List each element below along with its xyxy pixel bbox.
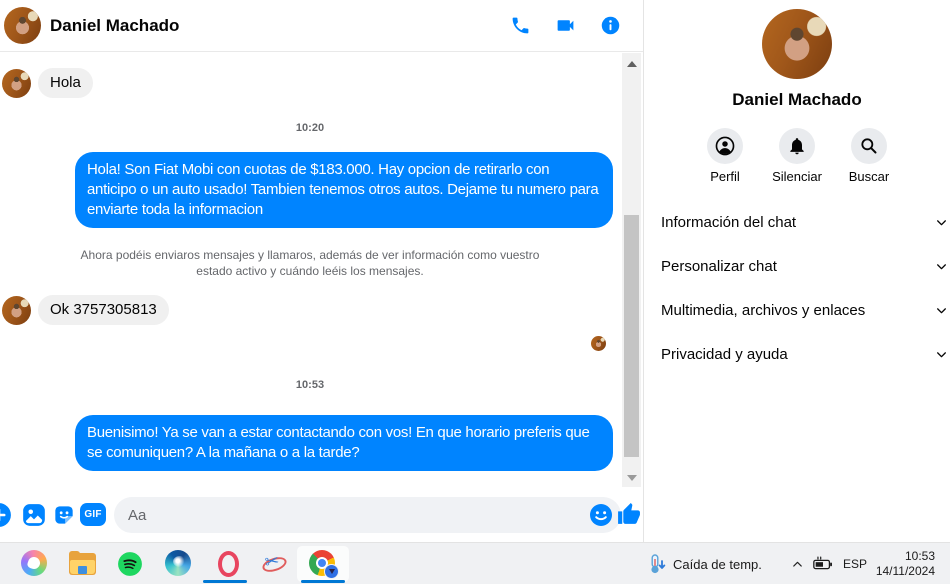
thumbs-up-icon[interactable] [616,502,641,527]
system-notice: Ahora podéis enviaros mensajes y llamaro… [80,248,540,278]
section-privacy-help[interactable]: Privacidad y ayuda [644,332,950,376]
action-label: Buscar [848,169,890,184]
chevron-down-icon [937,352,946,358]
desktop-screen: Daniel Machado Hola 10:20 Hola! Son Fiat… [0,0,950,584]
section-media-files-links[interactable]: Multimedia, archivos y enlaces [644,288,950,332]
contact-photo [2,69,31,98]
opera-running-indicator [203,580,247,583]
tray-time: 10:53 [904,549,935,563]
contact-photo [2,296,31,325]
section-customize-chat[interactable]: Personalizar chat [644,244,950,288]
sticker-icon[interactable] [51,502,77,528]
chrome-icon[interactable] [309,550,339,579]
tray-date: 14/11/2024 [875,564,935,578]
timestamp: 10:53 [295,379,325,391]
edge-logo [165,550,191,576]
avatar[interactable] [762,9,832,79]
chat-title[interactable]: Daniel Machado [50,16,179,36]
contact-photo [591,336,606,351]
header-actions [510,15,621,36]
spotify-icon[interactable] [117,550,145,578]
contact-name: Daniel Machado [732,90,862,109]
chevron-down-icon [937,264,946,270]
mute-bell-icon [790,138,804,155]
sidebar-sections: Información del chat Personalizar chat M… [644,200,950,376]
gif-icon[interactable]: GIF [80,503,106,526]
weather-status-text[interactable]: Caída de temp. [673,543,762,584]
weather-temperature-icon[interactable] [645,543,669,584]
incoming-message[interactable]: Hola [38,68,93,98]
video-call-icon[interactable] [555,15,576,36]
chat-header: Daniel Machado [0,0,643,52]
message-row: Ok 3757305813 [2,295,169,325]
action-label: Silenciar [772,169,822,184]
snipping-tool-icon[interactable]: ✂ [260,550,289,578]
message-row: Hola [2,68,93,98]
chat-pane: Daniel Machado Hola 10:20 Hola! Son Fiat… [0,0,643,542]
scrollbar-thumb[interactable] [624,215,639,457]
search-button[interactable]: Buscar [848,128,890,184]
file-explorer-icon[interactable] [69,550,97,578]
emoji-icon[interactable] [589,503,613,527]
phone-icon[interactable] [510,15,531,36]
edge-icon[interactable] [165,550,193,578]
read-receipt-avatar [591,336,606,351]
conversation-sidebar: Daniel Machado Perfil Silenciar Buscar I… [644,0,950,542]
search-icon-circle [851,128,887,164]
timestamp: 10:20 [295,122,325,134]
message-input[interactable] [114,497,621,533]
mute-button[interactable]: Silenciar [772,128,822,184]
folder-window [78,566,87,574]
action-label: Perfil [710,169,740,184]
battery-charging-icon [813,556,832,570]
avatar [2,296,31,325]
snipping-logo: ✂ [260,550,289,578]
avatar[interactable] [4,7,41,44]
chevron-down-icon [937,308,946,314]
avatar [2,69,31,98]
copilot-logo [21,550,47,576]
chrome-badge [324,564,339,579]
section-label: Información del chat [661,213,797,231]
mute-icon-circle [779,128,815,164]
section-chat-info[interactable]: Información del chat [644,200,950,244]
profile-button[interactable]: Perfil [707,128,743,184]
opera-icon[interactable] [214,550,242,578]
chrome-active-indicator [301,580,345,583]
section-label: Multimedia, archivos y enlaces [661,301,866,319]
copilot-icon[interactable] [21,550,49,578]
tray-clock[interactable]: 10:53 14/11/2024 [869,543,935,584]
chevron-up-icon [793,561,802,567]
sidebar-actions: Perfil Silenciar Buscar [644,128,950,184]
spotify-logo [118,552,142,576]
opera-logo [217,551,239,577]
search-icon [861,138,877,154]
contact-photo [762,9,832,79]
folder-shape [69,551,96,575]
message-composer: GIF [0,496,643,534]
scroll-down-arrow-icon[interactable] [627,475,637,481]
chevron-down-icon [937,220,946,226]
profile-icon [715,136,735,156]
battery-icon[interactable] [812,543,834,584]
scroll-up-arrow-icon[interactable] [627,61,637,67]
photo-icon[interactable] [21,502,47,528]
outgoing-message[interactable]: Hola! Son Fiat Mobi con cuotas de $183.0… [75,152,613,228]
chrome-logo [309,550,339,579]
section-label: Personalizar chat [661,257,777,275]
thermometer-icon [651,554,666,574]
outgoing-message[interactable]: Buenisimo! Ya se van a estar contactando… [75,415,613,471]
info-icon[interactable] [600,15,621,36]
plus-icon[interactable] [0,502,12,528]
incoming-message[interactable]: Ok 3757305813 [38,295,169,325]
chat-scrollbar[interactable] [622,53,641,487]
scissors-icon: ✂ [263,550,281,573]
windows-taskbar: ✂ Caída de temp. ESP 10:53 14/11/2024 [0,542,950,584]
contact-photo [4,7,41,44]
section-label: Privacidad y ayuda [661,345,788,363]
profile-icon-circle [707,128,743,164]
tray-chevron-up-icon[interactable] [790,543,805,584]
keyboard-language[interactable]: ESP [843,543,867,584]
